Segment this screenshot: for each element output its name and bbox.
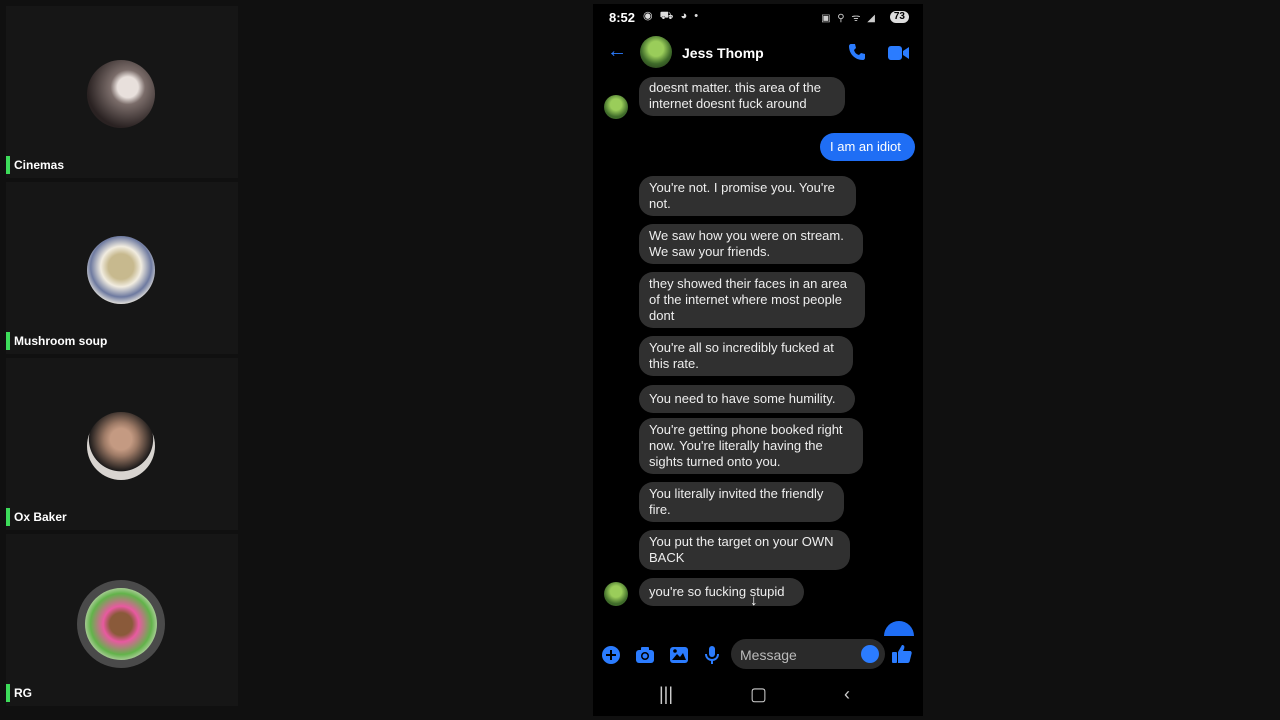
participant-tile[interactable]: Cinemas — [6, 6, 238, 178]
participant-tile[interactable]: Ox Baker — [6, 358, 238, 530]
sender-avatar — [604, 95, 628, 119]
plus-icon[interactable] — [601, 645, 621, 670]
system-icons: ▣ ⚲ ᯤ ◢ — [821, 13, 877, 24]
contact-avatar[interactable] — [640, 36, 672, 68]
speaking-indicator — [6, 508, 10, 526]
thumbs-up-icon[interactable] — [891, 643, 913, 670]
participant-name: Cinemas — [14, 158, 65, 172]
sender-avatar — [604, 582, 628, 606]
status-bar: 8:52 ◉ ⛟ ◕ • ▣ ⚲ ᯤ ◢ 73 — [593, 4, 923, 30]
outgoing-message: I am an idiot — [820, 133, 915, 161]
chat-header: ← Jess Thomp — [593, 34, 923, 74]
contact-name[interactable]: Jess Thomp — [682, 45, 764, 61]
incoming-message: You're not. I promise you. You're not. — [639, 176, 856, 216]
incoming-message: you're so fucking stupid — [639, 578, 804, 606]
home-button-icon[interactable]: ▢ — [750, 684, 767, 705]
incoming-message: You're getting phone booked right now. Y… — [639, 418, 863, 474]
incoming-message: they showed their faces in an area of th… — [639, 272, 865, 328]
gallery-icon[interactable] — [669, 645, 689, 670]
microphone-icon[interactable] — [704, 645, 720, 670]
speaking-indicator — [6, 156, 10, 174]
participant-tile[interactable]: Mushroom soup — [6, 182, 238, 354]
speaking-indicator — [6, 332, 10, 350]
phone-call-icon[interactable] — [847, 42, 867, 67]
shared-phone-screen: 8:52 ◉ ⛟ ◕ • ▣ ⚲ ᯤ ◢ 73 ← Jess Thomp doe… — [593, 4, 923, 716]
participant-name: RG — [14, 686, 32, 700]
video-call-icon[interactable] — [888, 45, 910, 66]
incoming-message: We saw how you were on stream. We saw yo… — [639, 224, 863, 264]
speaking-indicator — [6, 684, 10, 702]
incoming-message: You put the target on your OWN BACK — [639, 530, 850, 570]
message-input[interactable]: Message — [731, 639, 885, 669]
recent-apps-icon[interactable]: ||| — [659, 684, 673, 705]
participant-name: Ox Baker — [14, 510, 67, 524]
incoming-message: doesnt matter. this area of the internet… — [639, 77, 845, 116]
battery-level: 73 — [889, 11, 909, 23]
message-composer: Message — [593, 636, 923, 674]
scroll-down-icon[interactable]: ↓ — [750, 592, 758, 609]
incoming-message: You're all so incredibly fucked at this … — [639, 336, 853, 376]
status-time: 8:52 — [609, 10, 636, 25]
camera-icon[interactable] — [635, 645, 655, 670]
participant-tile[interactable]: RG — [6, 534, 238, 706]
android-nav-bar: ||| ▢ ‹ — [593, 676, 923, 716]
participant-avatar — [87, 236, 155, 304]
back-nav-icon[interactable]: ‹ — [844, 684, 850, 705]
emoji-icon[interactable] — [861, 645, 879, 663]
notification-icons: ◉ ⛟ ◕ • — [643, 10, 701, 22]
participant-avatar — [87, 412, 155, 480]
incoming-message: You literally invited the friendly fire. — [639, 482, 844, 522]
participant-avatar — [87, 60, 155, 128]
back-arrow-icon[interactable]: ← — [607, 40, 627, 63]
message-placeholder: Message — [740, 647, 797, 663]
incoming-message: You need to have some humility. — [639, 385, 855, 413]
participant-name: Mushroom soup — [14, 334, 108, 348]
participant-avatar — [77, 580, 165, 668]
